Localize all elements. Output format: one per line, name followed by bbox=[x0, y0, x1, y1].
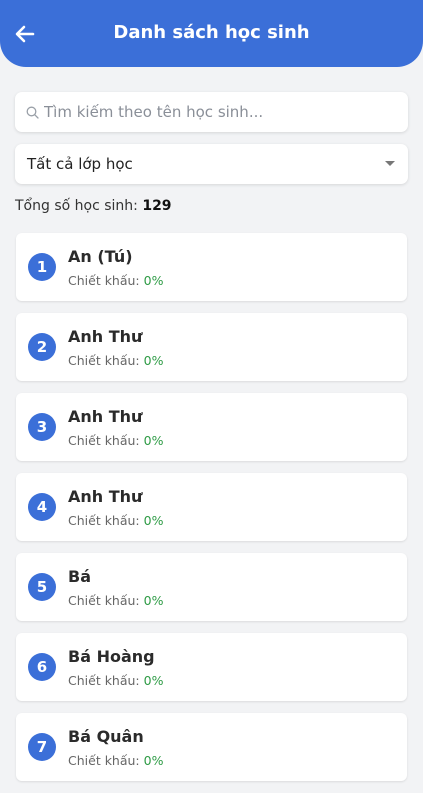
discount-label: Chiết khấu: bbox=[68, 273, 140, 288]
discount-line: Chiết khấu: 0% bbox=[68, 513, 163, 528]
discount-value: 0% bbox=[143, 273, 164, 288]
student-count: Tổng số học sinh: 129 bbox=[15, 198, 172, 214]
student-card[interactable]: 5 Bá Chiết khấu: 0% bbox=[16, 553, 407, 621]
search-icon bbox=[26, 106, 39, 119]
discount-value: 0% bbox=[143, 753, 164, 768]
student-count-label: Tổng số học sinh: bbox=[15, 198, 138, 214]
class-filter-selected: Tất cả lớp học bbox=[27, 155, 133, 173]
student-card[interactable]: 7 Bá Quân Chiết khấu: 0% bbox=[16, 713, 407, 781]
discount-line: Chiết khấu: 0% bbox=[68, 673, 163, 688]
student-index-badge: 7 bbox=[28, 733, 56, 761]
student-index-badge: 4 bbox=[28, 493, 56, 521]
class-filter-dropdown[interactable]: Tất cả lớp học bbox=[15, 144, 408, 184]
discount-line: Chiết khấu: 0% bbox=[68, 593, 163, 608]
student-card[interactable]: 2 Anh Thư Chiết khấu: 0% bbox=[16, 313, 407, 381]
discount-line: Chiết khấu: 0% bbox=[68, 433, 163, 448]
discount-label: Chiết khấu: bbox=[68, 673, 140, 688]
discount-label: Chiết khấu: bbox=[68, 513, 140, 528]
student-index-badge: 2 bbox=[28, 333, 56, 361]
student-name: Bá Hoàng bbox=[68, 647, 155, 666]
student-index-badge: 6 bbox=[28, 653, 56, 681]
student-name: Bá Quân bbox=[68, 727, 144, 746]
student-list: 1 An (Tú) Chiết khấu: 0% 2 Anh Thư Chiết… bbox=[16, 233, 408, 793]
student-card[interactable]: 1 An (Tú) Chiết khấu: 0% bbox=[16, 233, 407, 301]
student-name: Anh Thư bbox=[68, 407, 143, 426]
student-name: Anh Thư bbox=[68, 487, 143, 506]
student-index-badge: 3 bbox=[28, 413, 56, 441]
discount-value: 0% bbox=[143, 353, 164, 368]
student-name: Anh Thư bbox=[68, 327, 143, 346]
discount-label: Chiết khấu: bbox=[68, 353, 140, 368]
page-title: Danh sách học sinh bbox=[113, 22, 310, 43]
discount-line: Chiết khấu: 0% bbox=[68, 353, 163, 368]
student-index-badge: 5 bbox=[28, 573, 56, 601]
student-card[interactable]: 6 Bá Hoàng Chiết khấu: 0% bbox=[16, 633, 407, 701]
student-name: An (Tú) bbox=[68, 247, 133, 266]
discount-label: Chiết khấu: bbox=[68, 433, 140, 448]
discount-line: Chiết khấu: 0% bbox=[68, 273, 163, 288]
caret-down-icon bbox=[385, 161, 395, 166]
discount-value: 0% bbox=[143, 513, 164, 528]
student-index-badge: 1 bbox=[28, 253, 56, 281]
discount-label: Chiết khấu: bbox=[68, 753, 140, 768]
discount-value: 0% bbox=[143, 593, 164, 608]
app-header: Danh sách học sinh bbox=[0, 0, 423, 67]
student-card[interactable]: 4 Anh Thư Chiết khấu: 0% bbox=[16, 473, 407, 541]
search-input[interactable] bbox=[44, 92, 399, 132]
student-name: Bá bbox=[68, 567, 91, 586]
search-box bbox=[15, 92, 408, 132]
student-count-value: 129 bbox=[142, 198, 172, 214]
discount-value: 0% bbox=[143, 433, 164, 448]
discount-label: Chiết khấu: bbox=[68, 593, 140, 608]
discount-value: 0% bbox=[143, 673, 164, 688]
discount-line: Chiết khấu: 0% bbox=[68, 753, 163, 768]
student-card[interactable]: 3 Anh Thư Chiết khấu: 0% bbox=[16, 393, 407, 461]
